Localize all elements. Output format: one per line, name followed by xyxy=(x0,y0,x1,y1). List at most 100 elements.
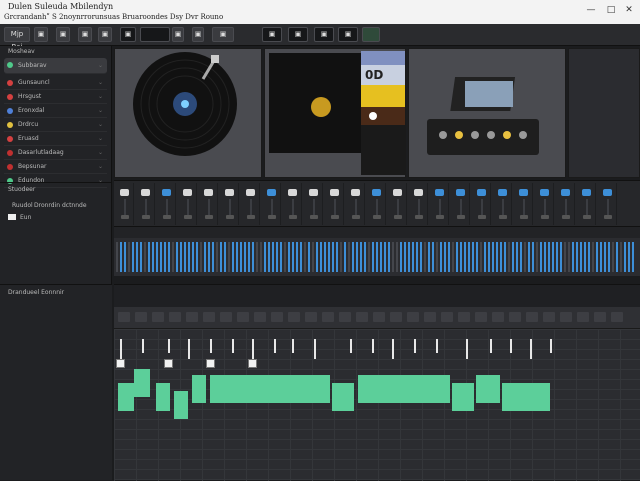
channel-icon[interactable] xyxy=(603,189,612,196)
timeline-ruler[interactable] xyxy=(114,226,640,238)
velocity-stem[interactable] xyxy=(232,339,234,353)
channel-fader[interactable] xyxy=(271,199,273,215)
mixer-channel[interactable] xyxy=(515,183,533,225)
vinyl-thumb[interactable] xyxy=(114,48,262,178)
mixer-channel[interactable] xyxy=(284,183,302,225)
chevron-down-icon[interactable]: ⌄ xyxy=(98,174,103,188)
channel-icon[interactable] xyxy=(540,189,549,196)
control-cell[interactable] xyxy=(577,312,589,322)
channel-icon[interactable] xyxy=(414,189,423,196)
sidebar-item[interactable]: Gunsauncl ⌄ xyxy=(4,76,107,90)
control-cell[interactable] xyxy=(288,312,300,322)
channel-fader[interactable] xyxy=(481,199,483,215)
sidebar-item[interactable]: Dasarlutladaag ⌄ xyxy=(4,146,107,160)
velocity-stem[interactable] xyxy=(350,339,352,353)
velocity-stem[interactable] xyxy=(392,339,394,359)
mixer-channel[interactable] xyxy=(179,183,197,225)
chevron-down-icon[interactable]: ⌄ xyxy=(98,76,103,90)
channel-button[interactable] xyxy=(247,215,255,219)
control-cell[interactable] xyxy=(407,312,419,322)
channel-fader[interactable] xyxy=(418,199,420,215)
velocity-stem[interactable] xyxy=(252,339,254,359)
midi-note[interactable] xyxy=(118,383,134,411)
velocity-stem[interactable] xyxy=(510,339,512,353)
control-cell[interactable] xyxy=(118,312,130,322)
toolbar-button-4[interactable]: ▣ xyxy=(98,27,112,42)
toolbar-button-1[interactable]: ▣ xyxy=(34,27,48,42)
control-cell[interactable] xyxy=(560,312,572,322)
midi-note[interactable] xyxy=(134,369,150,397)
channel-fader[interactable] xyxy=(397,199,399,215)
midi-note[interactable] xyxy=(502,383,550,411)
channel-icon[interactable] xyxy=(456,189,465,196)
midi-note[interactable] xyxy=(358,375,450,403)
velocity-handle[interactable] xyxy=(248,359,257,368)
mixer-channel[interactable] xyxy=(368,183,386,225)
velocity-handle[interactable] xyxy=(116,359,125,368)
chevron-down-icon[interactable]: ⌄ xyxy=(98,58,103,74)
sidebar-item[interactable]: Bepsunar ⌄ xyxy=(4,160,107,174)
sidebar-item[interactable]: Eronxdal ⌄ xyxy=(4,104,107,118)
chevron-down-icon[interactable]: ⌄ xyxy=(98,146,103,160)
control-cell[interactable] xyxy=(220,312,232,322)
channel-button[interactable] xyxy=(226,215,234,219)
mixer-channel[interactable] xyxy=(137,183,155,225)
channel-fader[interactable] xyxy=(124,199,126,215)
section2-row-b[interactable]: Dronrdin dctnnde xyxy=(34,202,87,209)
channel-button[interactable] xyxy=(562,215,570,219)
channel-fader[interactable] xyxy=(502,199,504,215)
channel-fader[interactable] xyxy=(292,199,294,215)
control-cell[interactable] xyxy=(254,312,266,322)
mixer-channel[interactable] xyxy=(389,183,407,225)
channel-button[interactable] xyxy=(499,215,507,219)
toolbar-button-2[interactable]: ▣ xyxy=(56,27,70,42)
waveform-lane[interactable] xyxy=(114,238,640,276)
toolbar-toggle-button[interactable] xyxy=(362,27,380,42)
control-cell[interactable] xyxy=(458,312,470,322)
channel-button[interactable] xyxy=(289,215,297,219)
channel-fader[interactable] xyxy=(607,199,609,215)
piano-roll-grid[interactable] xyxy=(114,329,640,481)
chevron-down-icon[interactable]: ⌄ xyxy=(98,90,103,104)
mixer-channel[interactable] xyxy=(431,183,449,225)
checkbox[interactable] xyxy=(8,214,16,220)
channel-button[interactable] xyxy=(457,215,465,219)
channel-button[interactable] xyxy=(121,215,129,219)
channel-fader[interactable] xyxy=(376,199,378,215)
channel-fader[interactable] xyxy=(145,199,147,215)
chevron-down-icon[interactable]: ⌄ xyxy=(98,104,103,118)
control-cell[interactable] xyxy=(203,312,215,322)
channel-button[interactable] xyxy=(478,215,486,219)
chevron-down-icon[interactable]: ⌄ xyxy=(98,118,103,132)
channel-fader[interactable] xyxy=(544,199,546,215)
channel-button[interactable] xyxy=(352,215,360,219)
velocity-stem[interactable] xyxy=(142,339,144,353)
channel-button[interactable] xyxy=(331,215,339,219)
control-cell[interactable] xyxy=(390,312,402,322)
channel-icon[interactable] xyxy=(183,189,192,196)
control-cell[interactable] xyxy=(526,312,538,322)
channel-icon[interactable] xyxy=(372,189,381,196)
channel-button[interactable] xyxy=(541,215,549,219)
mixer-channel[interactable] xyxy=(410,183,428,225)
sidebar-item[interactable]: Subbarav ⌄ xyxy=(4,58,107,74)
toolbar-button-3[interactable]: ▣ xyxy=(78,27,92,42)
mixer-channel[interactable] xyxy=(326,183,344,225)
midi-note[interactable] xyxy=(452,383,474,411)
channel-button[interactable] xyxy=(604,215,612,219)
velocity-handle[interactable] xyxy=(206,359,215,368)
toolbar-button-10[interactable]: ▣ xyxy=(288,27,308,42)
toolbar-button-11[interactable]: ▣ xyxy=(314,27,334,42)
toolbar-button-9[interactable]: ▣ xyxy=(262,27,282,42)
channel-button[interactable] xyxy=(520,215,528,219)
toolbar-button-7[interactable]: ▣ xyxy=(192,27,204,42)
sidebar-item[interactable]: Eruasd ⌄ xyxy=(4,132,107,146)
velocity-handle[interactable] xyxy=(164,359,173,368)
section2-row[interactable]: Ruudol xyxy=(12,202,33,209)
minimize-button[interactable]: — xyxy=(584,4,598,16)
control-cell[interactable] xyxy=(373,312,385,322)
control-cell[interactable] xyxy=(135,312,147,322)
midi-note[interactable] xyxy=(174,391,188,419)
channel-icon[interactable] xyxy=(498,189,507,196)
channel-fader[interactable] xyxy=(439,199,441,215)
